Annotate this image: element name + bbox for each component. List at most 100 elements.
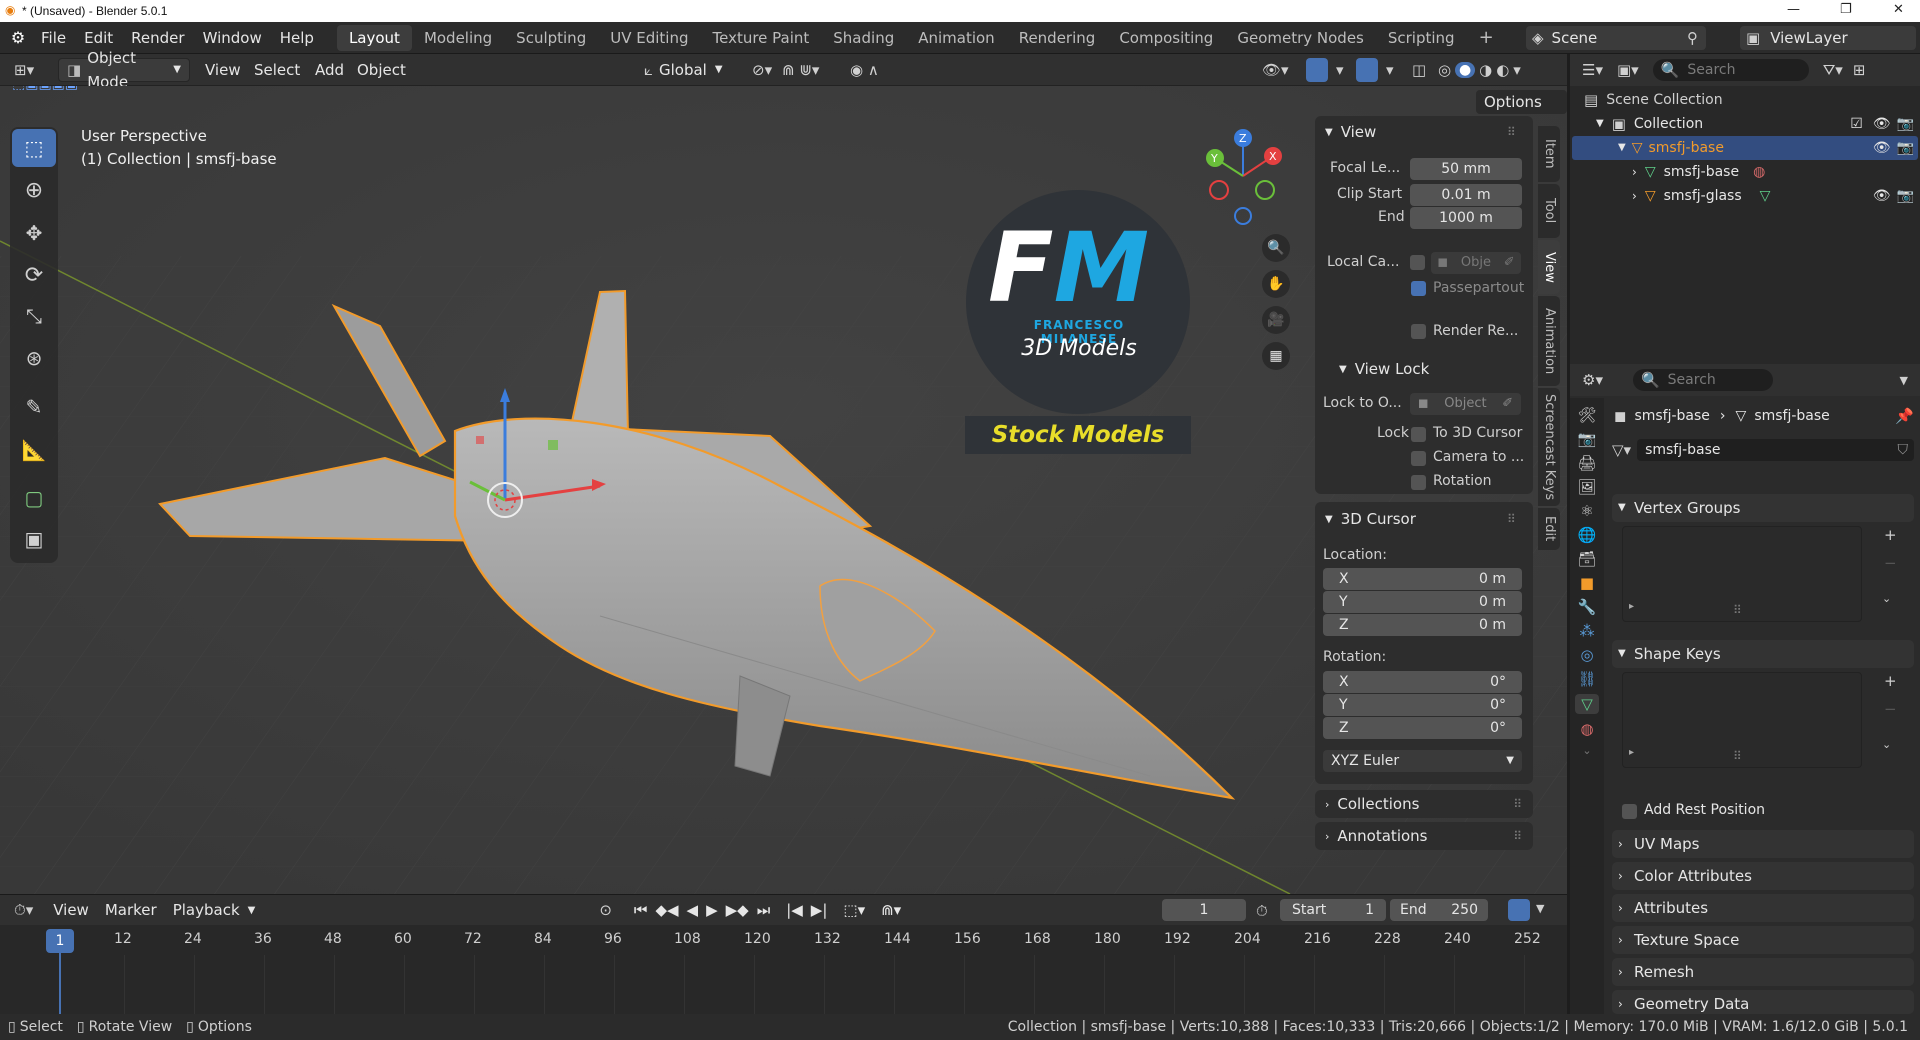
header-menu-object[interactable]: Object — [349, 58, 414, 82]
tab-layout[interactable]: Layout — [336, 24, 412, 51]
jump-start-icon[interactable]: ⏮ — [634, 901, 648, 919]
scene-selector[interactable]: ◈ Scene ⚲ — [1526, 26, 1706, 50]
eye-icon[interactable]: 👁 — [1873, 136, 1891, 160]
remove-shape-key-icon[interactable]: − — [1884, 700, 1897, 718]
gizmo-dropdown-icon[interactable]: ▾ — [1336, 61, 1344, 79]
next-keyframe-icon[interactable]: ▶◆ — [726, 901, 749, 919]
vertex-groups-header[interactable]: ▼ Vertex Groups — [1612, 494, 1914, 522]
tab-edit[interactable]: Edit — [1538, 508, 1560, 550]
pin-icon[interactable]: ⚲ — [1687, 29, 1698, 47]
new-collection-icon[interactable]: ⊞ — [1853, 61, 1866, 79]
tab-modeling[interactable]: Modeling — [412, 25, 504, 51]
menu-file[interactable]: File — [32, 22, 75, 54]
cursor-rotation-z[interactable]: Z 0° — [1323, 717, 1522, 739]
clip-start-field[interactable]: 0.01 m — [1410, 184, 1522, 206]
maximize-icon[interactable]: ❐ — [1840, 2, 1852, 17]
lock-to-object-field[interactable]: ◼ Object ✐ — [1410, 393, 1521, 415]
prev-marker-icon[interactable]: |◀ — [786, 901, 803, 919]
editor-type-icon[interactable]: ⊞▾ — [14, 61, 34, 79]
outliner-row-glass[interactable]: › ▽ smsfj-glass ▽ 👁 📷 — [1632, 184, 1918, 208]
overlay-toggle-icon[interactable] — [1356, 58, 1378, 82]
attributes-header[interactable]: › Attributes — [1612, 894, 1914, 922]
mode-dropdown[interactable]: ◨ Object Mode ▼ — [58, 49, 190, 91]
add-rest-position-checkbox[interactable] — [1622, 804, 1637, 819]
annotate-tool[interactable]: ✎ — [12, 388, 56, 426]
add-workspace-icon[interactable]: + — [1467, 25, 1506, 51]
zoom-icon[interactable]: 🔍 — [1262, 234, 1290, 262]
outliner-row-selected[interactable]: ▼ ▽ smsfj-base 👁 📷 — [1572, 136, 1918, 160]
chevron-down-icon[interactable]: ⌄ — [1882, 592, 1891, 605]
outliner-collection[interactable]: ▼ ▣ Collection ☑ 👁 📷 — [1596, 112, 1914, 136]
proportional-edit-icon[interactable]: ◉ ∧ — [850, 61, 879, 79]
timeline-menu-view[interactable]: View — [45, 898, 97, 922]
display-mode-icon[interactable]: ▣▾ — [1617, 61, 1639, 79]
close-icon[interactable]: ✕ — [1893, 2, 1904, 17]
camera-render-icon[interactable]: 📷 — [1897, 136, 1914, 160]
playhead-frame-indicator[interactable]: 1 — [46, 929, 74, 953]
expand-triangle-icon[interactable]: ▸ — [1629, 747, 1634, 758]
mesh-datablock-selector[interactable]: ▽▾ smsfj-base ⛉ — [1612, 438, 1914, 462]
vertex-groups-list[interactable]: ▸ ⠿ — [1622, 526, 1862, 622]
timeline-menu-marker[interactable]: Marker — [97, 898, 165, 922]
stopwatch-icon[interactable]: ⏱ — [1256, 902, 1268, 920]
view-layer-icon[interactable]: 🖼 — [1577, 478, 1596, 496]
cursor-rotation-x[interactable]: X 0° — [1323, 671, 1522, 693]
drag-handle-icon[interactable]: ⠿ — [1507, 512, 1517, 526]
chevron-down-icon[interactable]: ▼ — [1536, 902, 1544, 915]
transform-orientation-dropdown[interactable]: ⟀ Global ▼ — [636, 58, 731, 82]
clip-end-field[interactable]: 1000 m — [1410, 207, 1522, 229]
ortho-grid-icon[interactable]: ▦ — [1262, 342, 1290, 370]
expand-triangle-icon[interactable]: ▸ — [1629, 601, 1634, 612]
eye-icon[interactable]: 👁 — [1873, 184, 1891, 208]
render-properties-icon[interactable]: 📷 — [1578, 430, 1597, 448]
object-properties-icon[interactable]: ■ — [1580, 574, 1594, 592]
tab-rendering[interactable]: Rendering — [1007, 25, 1108, 51]
tab-shading[interactable]: Shading — [821, 25, 906, 51]
snap-magnet-icon[interactable]: ⋒▾ — [881, 901, 901, 919]
snap-icon[interactable]: ⋒ ⋓▾ — [782, 61, 819, 79]
play-reverse-icon[interactable]: ◀ — [687, 901, 699, 919]
jump-end-icon[interactable]: ⏭ — [757, 901, 771, 919]
tab-texture-paint[interactable]: Texture Paint — [700, 25, 821, 51]
remove-vertex-group-icon[interactable]: − — [1884, 554, 1897, 572]
measure-tool[interactable]: 📐 — [12, 431, 56, 469]
header-menu-select[interactable]: Select — [246, 58, 308, 82]
physics-icon[interactable]: ◎ — [1580, 646, 1593, 664]
add-primitive-tool[interactable]: ▣ — [12, 520, 56, 558]
start-frame-field[interactable]: Start 1 — [1280, 899, 1386, 921]
color-attributes-header[interactable]: › Color Attributes — [1612, 862, 1914, 890]
camera-render-icon[interactable]: 📷 — [1897, 184, 1914, 208]
exclude-checkbox-icon[interactable]: ☑ — [1850, 112, 1863, 136]
view-lock-header[interactable]: ▼ View Lock — [1339, 360, 1429, 378]
tab-screencast-keys[interactable]: Screencast Keys — [1538, 388, 1560, 506]
tool-settings-icon[interactable]: 🛠 — [1577, 406, 1596, 424]
rotation-mode-dropdown[interactable]: XYZ Euler ▼ — [1323, 750, 1522, 772]
properties-editor-icon[interactable]: ⚙▾ — [1582, 371, 1603, 389]
end-frame-field[interactable]: End 250 — [1390, 899, 1488, 921]
tab-item[interactable]: Item — [1538, 126, 1560, 182]
header-menu-add[interactable]: Add — [307, 58, 352, 82]
playhead-line[interactable] — [59, 953, 61, 1015]
outliner-search-input[interactable]: 🔍 Search — [1652, 59, 1809, 81]
shape-keys-header[interactable]: ▼ Shape Keys — [1612, 640, 1914, 668]
keying-set-icon[interactable]: ⬚▾ — [843, 901, 865, 919]
pivot-icon[interactable]: ⊘▾ — [752, 61, 772, 79]
transform-tool[interactable]: ⊛ — [12, 339, 56, 377]
navigation-gizmo[interactable]: Z X Y — [1195, 126, 1285, 226]
cursor-location-z[interactable]: Z 0 m — [1323, 614, 1522, 636]
cursor-panel-header[interactable]: ▼ 3D Cursor — [1325, 510, 1416, 528]
chevron-down-icon[interactable]: ▼ — [1900, 374, 1908, 387]
add-cube-tool[interactable]: ▢ — [12, 479, 56, 517]
remesh-header[interactable]: › Remesh — [1612, 958, 1914, 986]
eyedropper-icon[interactable]: ✐ — [1504, 252, 1515, 274]
uv-maps-header[interactable]: › UV Maps — [1612, 830, 1914, 858]
cursor-rotation-y[interactable]: Y 0° — [1323, 694, 1522, 716]
blender-menu-icon[interactable]: ⚙ — [4, 28, 32, 47]
properties-search-input[interactable]: 🔍 Search — [1632, 369, 1773, 391]
viewlayer-selector[interactable]: ▣ ViewLayer — [1740, 26, 1916, 50]
timeline-overlay-icon[interactable] — [1508, 899, 1530, 921]
overlay-dropdown-icon[interactable]: ▾ — [1386, 61, 1394, 79]
scale-tool[interactable]: ⤡ — [12, 297, 56, 335]
menu-window[interactable]: Window — [194, 22, 271, 54]
tab-animation[interactable]: Animation — [1538, 296, 1560, 386]
